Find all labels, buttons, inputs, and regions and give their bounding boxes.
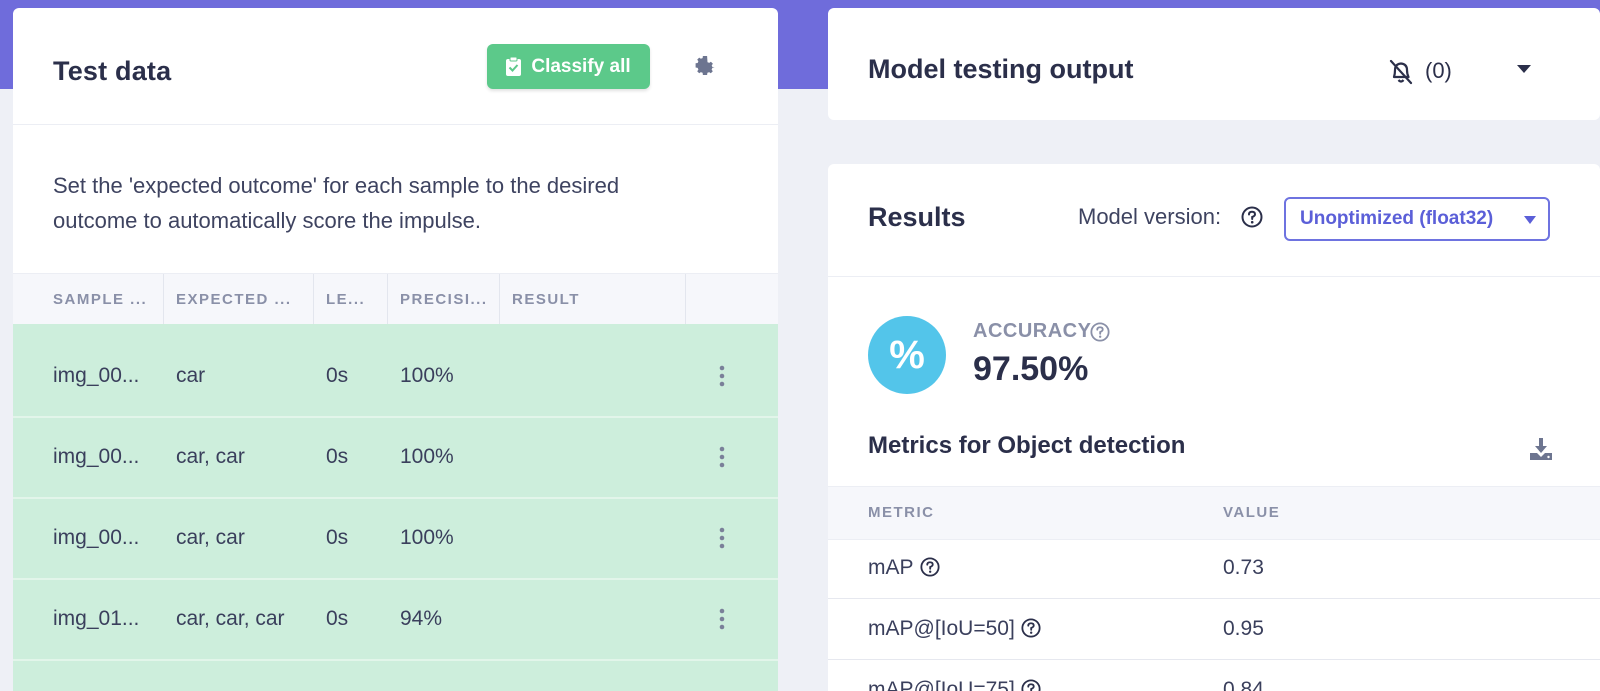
model-testing-output-title: Model testing output: [868, 54, 1134, 84]
model-version-label: Model version:: [1078, 204, 1222, 229]
expected-outcome-cell: car, car: [176, 526, 245, 549]
caret-down-icon: [1524, 216, 1536, 224]
metric-row: mAP 0.73: [828, 538, 1600, 599]
accuracy-badge: %: [868, 316, 946, 394]
metrics-table-header: METRIC VALUE: [828, 486, 1600, 540]
model-version-value: Unoptimized (float32): [1300, 208, 1494, 229]
more-options-icon[interactable]: [719, 608, 725, 630]
more-options-icon[interactable]: [719, 446, 725, 468]
accuracy-value: 97.50%: [973, 350, 1089, 388]
sample-name-cell: img_00...: [53, 526, 140, 549]
column-precision[interactable]: PRECISI...: [400, 274, 488, 325]
help-icon[interactable]: [1241, 206, 1263, 228]
notification-count[interactable]: (0): [1425, 58, 1452, 84]
column-expected-outcome[interactable]: EXPECTED ...: [176, 274, 292, 325]
test-data-rows: img_00... car 0s 100% img_00... car, car…: [13, 324, 778, 691]
classify-all-button[interactable]: Classify all: [487, 44, 650, 89]
length-cell: 0s: [326, 526, 349, 549]
table-row[interactable]: img_01... car, car, car 0s 94%: [13, 579, 778, 661]
column-length[interactable]: LE...: [326, 274, 365, 325]
help-icon[interactable]: [919, 557, 940, 577]
precision-cell: 100%: [400, 364, 454, 387]
metric-row: mAP@[IoU=50] 0.95: [828, 599, 1600, 660]
metric-name: mAP@[IoU=50]: [868, 617, 1015, 640]
column-metric: METRIC: [868, 504, 935, 521]
download-icon[interactable]: [1528, 436, 1554, 462]
precision-cell: 100%: [400, 526, 454, 549]
gear-icon[interactable]: [693, 54, 717, 78]
accuracy-label: ACCURACY: [973, 320, 1092, 342]
bell-off-icon[interactable]: [1388, 58, 1414, 86]
precision-cell: 100%: [400, 445, 454, 468]
test-data-header: Test data Classify all: [13, 8, 778, 125]
precision-cell: 94%: [400, 607, 443, 630]
metric-value-cell: 0.73: [1223, 556, 1264, 579]
metric-value-cell: 0.95: [1223, 617, 1264, 640]
results-panel: Results Model version: Unoptimized (floa…: [828, 164, 1600, 691]
column-sample-name[interactable]: SAMPLE ...: [53, 274, 147, 325]
test-data-title: Test data: [53, 56, 172, 86]
test-data-description: Set the 'expected outcome' for each samp…: [53, 173, 620, 233]
chevron-down-icon[interactable]: [1516, 64, 1532, 74]
help-icon[interactable]: [1021, 679, 1041, 691]
model-testing-output-panel: Model testing output (0): [828, 8, 1600, 120]
classify-all-label: Classify all: [531, 55, 631, 77]
results-title: Results: [868, 202, 966, 232]
length-cell: 0s: [326, 607, 349, 630]
model-version-select[interactable]: Unoptimized (float32): [1284, 197, 1550, 241]
results-header: Results Model version: Unoptimized (floa…: [828, 164, 1600, 277]
test-data-panel: Test data Classify all Set the 'expected…: [13, 8, 778, 691]
expected-outcome-cell: car: [176, 364, 206, 387]
expected-outcome-cell: car, car: [176, 445, 245, 468]
help-icon[interactable]: [1090, 322, 1110, 342]
test-data-table-header: SAMPLE ... EXPECTED ... LE... PRECISI...…: [13, 273, 778, 326]
metric-row: mAP@[IoU=75] 0.84: [828, 660, 1600, 691]
table-row[interactable]: img_00... car, car 0s 100%: [13, 498, 778, 580]
sample-name-cell: img_01...: [53, 607, 140, 630]
more-options-icon[interactable]: [719, 365, 725, 387]
length-cell: 0s: [326, 364, 349, 387]
help-icon[interactable]: [1021, 618, 1041, 638]
metric-name-cell: mAP@[IoU=75]: [868, 660, 1041, 691]
metric-name: mAP: [868, 556, 914, 579]
column-value: VALUE: [1223, 504, 1281, 521]
metric-value-cell: 0.84: [1223, 678, 1264, 691]
table-row[interactable]: img_00... car 0s 100%: [13, 336, 778, 418]
metric-name: mAP@[IoU=75]: [868, 678, 1015, 691]
column-result[interactable]: RESULT: [512, 274, 580, 325]
more-options-icon[interactable]: [719, 527, 725, 549]
table-row[interactable]: img_00... car, car 0s 100%: [13, 417, 778, 499]
length-cell: 0s: [326, 445, 349, 468]
metric-name-cell: mAP: [868, 538, 940, 598]
metric-name-cell: mAP@[IoU=50]: [868, 599, 1041, 659]
expected-outcome-cell: car, car, car: [176, 607, 285, 630]
sample-name-cell: img_00...: [53, 364, 140, 387]
clipboard-check-icon: [506, 57, 522, 76]
metrics-title: Metrics for Object detection: [868, 432, 1186, 459]
sample-name-cell: img_00...: [53, 445, 140, 468]
